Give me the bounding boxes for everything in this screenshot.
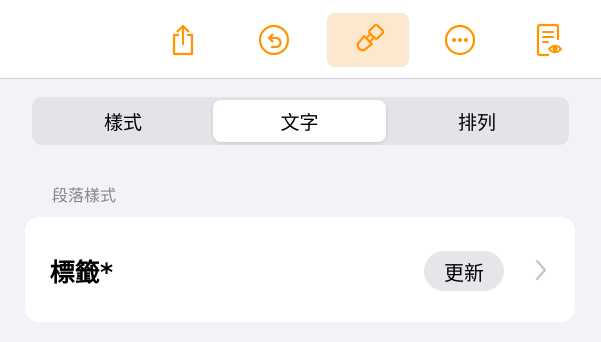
more-button[interactable]	[419, 13, 501, 67]
reader-view-button[interactable]	[508, 13, 590, 67]
more-icon	[444, 24, 476, 56]
paragraph-style-row[interactable]: 標籤* 更新	[25, 217, 575, 322]
paintbrush-icon	[356, 23, 385, 52]
share-icon	[172, 24, 194, 56]
toolbar	[0, 0, 601, 79]
paragraph-style-name: 標籤*	[50, 258, 114, 287]
reader-view-icon	[536, 23, 563, 57]
tab-arrange[interactable]: 排列	[388, 100, 566, 142]
format-panel: 樣式 文字 排列 段落樣式 標籤* 更新	[0, 79, 601, 342]
update-button[interactable]: 更新	[424, 251, 504, 291]
chevron-right-icon	[535, 259, 547, 281]
undo-button[interactable]	[233, 13, 315, 67]
segmented-control: 樣式 文字 排列	[32, 97, 569, 145]
share-button[interactable]	[142, 13, 224, 67]
undo-icon	[258, 24, 290, 56]
tab-style[interactable]: 樣式	[35, 100, 211, 142]
section-label: 段落樣式	[52, 186, 117, 205]
tab-text[interactable]: 文字	[213, 100, 386, 142]
format-button[interactable]	[327, 13, 409, 67]
